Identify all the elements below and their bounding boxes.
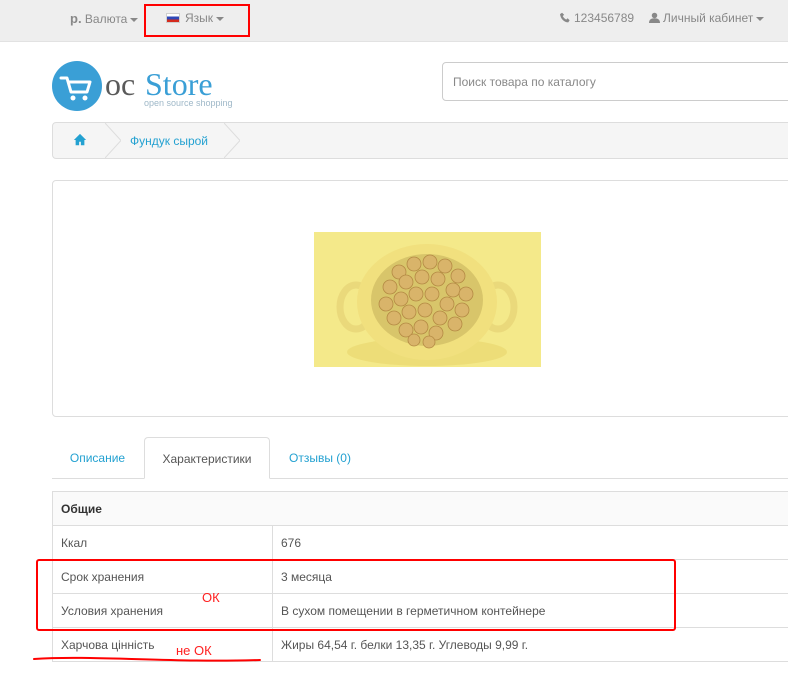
table-row: Ккал 676 (52, 525, 788, 560)
shopping-cart-icon (59, 76, 92, 101)
table-group-header: Общие (52, 491, 788, 526)
spec-value: 676 (272, 525, 788, 560)
product-image[interactable] (314, 232, 541, 367)
breadcrumb-separator (105, 123, 121, 158)
phone-number: 123456789 (574, 11, 635, 25)
spec-value: Жиры 64,54 г. белки 13,35 г. Углеводы 9,… (272, 627, 788, 662)
breadcrumb: Фундук сырой (52, 122, 788, 159)
phone-link[interactable]: 123456789 (560, 11, 634, 25)
tab-description[interactable]: Описание (52, 437, 143, 478)
currency-label: Валюта (84, 12, 128, 26)
top-bar: р. Валюта Язык 123456789 Личный кабинет (0, 0, 788, 42)
spec-name: Ккал (52, 525, 273, 560)
account-dropdown[interactable]: Личный кабинет (649, 11, 765, 25)
account-label: Личный кабинет (663, 11, 754, 25)
spec-group-title: Общие (52, 491, 788, 526)
breadcrumb-separator (224, 123, 240, 158)
home-icon[interactable] (73, 133, 87, 147)
annotation-box-storage-rows (36, 559, 676, 631)
search-input[interactable] (442, 62, 788, 101)
product-image-container (52, 180, 788, 417)
tab-reviews[interactable]: Отзывы (0) (274, 437, 366, 478)
user-icon (649, 12, 660, 23)
currency-dropdown[interactable]: р. Валюта (70, 11, 139, 26)
logo-text-oc: oc (105, 66, 136, 102)
phone-icon (560, 12, 570, 23)
tab-specifications[interactable]: Характеристики (144, 437, 270, 479)
annotation-box-language (144, 4, 250, 37)
currency-symbol: р. (70, 11, 82, 26)
chevron-down-icon (756, 16, 765, 21)
annotation-underline (33, 656, 261, 662)
cart-logo-icon (52, 61, 102, 111)
product-tabs: Описание Характеристики Отзывы (0) (52, 437, 788, 479)
store-logo[interactable]: oc Store open source shopping (52, 61, 252, 111)
chevron-down-icon (130, 17, 139, 22)
breadcrumb-item-product[interactable]: Фундук сырой (130, 134, 208, 148)
annotation-ok: ОК (202, 590, 220, 605)
logo-tagline: open source shopping (144, 98, 233, 108)
